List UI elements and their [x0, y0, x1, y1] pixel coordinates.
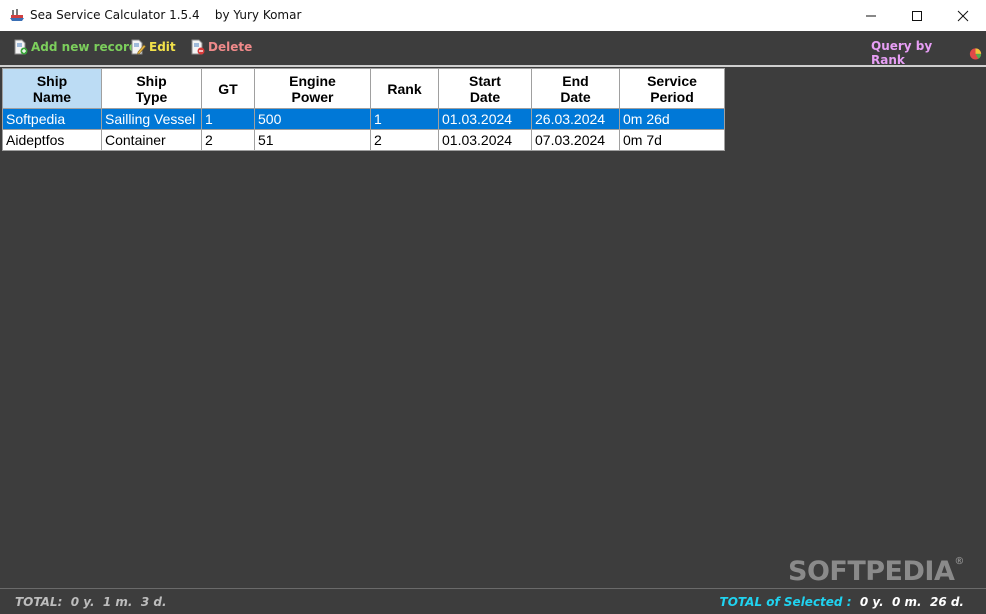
cell-end-date[interactable]: 26.03.2024	[531, 108, 620, 130]
add-document-icon	[14, 39, 28, 55]
cell-engine-power[interactable]: 500	[254, 108, 371, 130]
cell-start-date[interactable]: 01.03.2024	[438, 129, 532, 151]
cell-ship-type[interactable]: Container	[101, 129, 202, 151]
minimize-icon	[866, 15, 876, 16]
column-header-start-date[interactable]: Start Date	[438, 68, 532, 109]
column-header-service-period[interactable]: Service Period	[619, 68, 725, 109]
column-header-end-date[interactable]: End Date	[531, 68, 620, 109]
cell-gt[interactable]: 1	[201, 108, 255, 130]
cell-start-date[interactable]: 01.03.2024	[438, 108, 532, 130]
add-record-button[interactable]: Add new record	[12, 39, 138, 55]
column-header-rank[interactable]: Rank	[370, 68, 439, 109]
total-value: 0 y. 1 m. 3 d.	[70, 595, 167, 609]
maximize-icon	[912, 10, 922, 21]
cell-rank[interactable]: 2	[370, 129, 439, 151]
column-header-ship-name[interactable]: Ship Name	[2, 68, 102, 109]
column-header-engine-power[interactable]: Engine Power	[254, 68, 371, 109]
selected-total-value: 0 y. 0 m. 26 d.	[859, 595, 964, 609]
table-row[interactable]: Softpedia Sailling Vessel 1 500 1 01.03.…	[2, 108, 725, 130]
records-area: Ship Name Ship Type GT Engine Power Rank St…	[0, 67, 986, 588]
table-header-row: Ship Name Ship Type GT Engine Power Rank St…	[2, 68, 725, 109]
total-label: TOTAL:	[15, 595, 63, 609]
delete-button[interactable]: Delete	[189, 39, 252, 55]
records-table[interactable]: Ship Name Ship Type GT Engine Power Rank St…	[2, 68, 725, 151]
cell-ship-type[interactable]: Sailling Vessel	[101, 108, 202, 130]
cell-rank[interactable]: 1	[370, 108, 439, 130]
selected-total-status: TOTAL of Selected : 0 y. 0 m. 26 d.	[720, 595, 964, 609]
query-by-rank-label: Query by Rank	[871, 39, 933, 67]
close-button[interactable]	[940, 0, 986, 31]
minimize-button[interactable]	[848, 0, 894, 31]
selected-total-label: TOTAL of Selected :	[719, 595, 852, 609]
cell-ship-name[interactable]: Aideptfos	[2, 129, 102, 151]
window-title: Sea Service Calculator 1.5.4 by Yury Kom…	[30, 8, 302, 22]
cell-ship-name[interactable]: Softpedia	[2, 108, 102, 130]
edit-document-icon	[131, 39, 146, 55]
delete-document-icon	[191, 39, 205, 55]
add-record-label: Add new record	[31, 40, 138, 54]
toolbar: Add new record Edit Delete Query by Rank	[0, 31, 986, 67]
query-by-rank-button[interactable]: Query by Rank	[871, 39, 986, 67]
cell-service-period[interactable]: 0m 7d	[619, 129, 725, 151]
column-header-gt[interactable]: GT	[201, 68, 255, 109]
edit-label: Edit	[149, 40, 176, 54]
total-status: TOTAL: 0 y. 1 m. 3 d.	[15, 595, 167, 609]
cell-service-period[interactable]: 0m 26d	[619, 108, 725, 130]
cell-end-date[interactable]: 07.03.2024	[531, 129, 620, 151]
app-ship-icon	[10, 9, 24, 21]
softpedia-watermark: SOFTPEDIA®	[788, 556, 964, 587]
maximize-button[interactable]	[894, 0, 940, 31]
status-bar: TOTAL: 0 y. 1 m. 3 d. TOTAL of Selected …	[0, 588, 986, 614]
edit-button[interactable]: Edit	[130, 39, 176, 55]
query-pie-icon	[969, 48, 982, 60]
title-bar: Sea Service Calculator 1.5.4 by Yury Kom…	[0, 0, 986, 32]
close-icon	[957, 10, 969, 21]
cell-engine-power[interactable]: 51	[254, 129, 371, 151]
column-header-ship-type[interactable]: Ship Type	[101, 68, 202, 109]
cell-gt[interactable]: 2	[201, 129, 255, 151]
delete-label: Delete	[208, 40, 253, 54]
table-row[interactable]: Aideptfos Container 2 51 2 01.03.2024 07…	[2, 129, 725, 151]
